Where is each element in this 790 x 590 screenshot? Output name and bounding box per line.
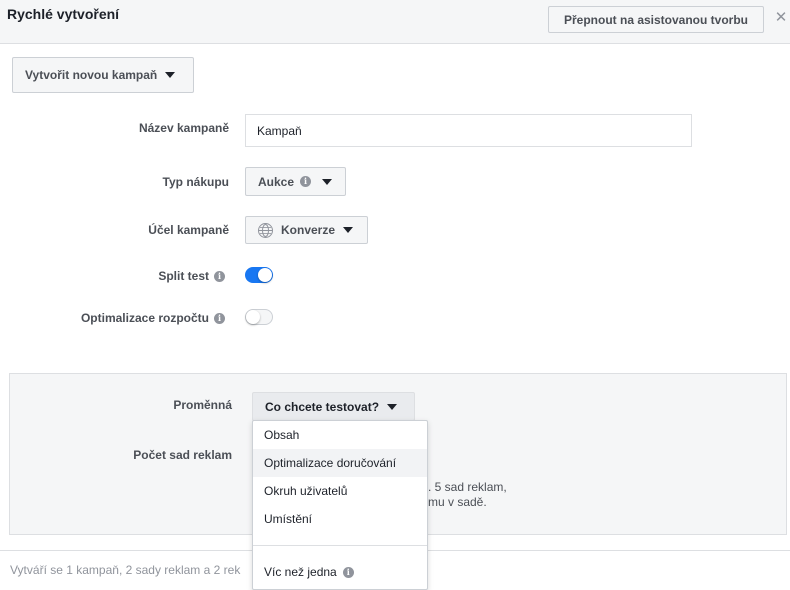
close-icon[interactable]: ✕	[774, 10, 788, 26]
globe-icon	[258, 222, 273, 238]
menu-item-audience[interactable]: Okruh uživatelů	[253, 477, 427, 505]
footer-summary: Vytváří se 1 kampaň, 2 sady reklam a 2 r…	[10, 563, 241, 577]
switch-to-guided-button[interactable]: Přepnout na asistovanou tvorbu	[548, 6, 764, 33]
campaign-objective-value: Konverze	[281, 223, 336, 237]
hint-text-line1: . 5 sad reklam,	[428, 480, 507, 494]
buying-type-dropdown[interactable]: Aukce i	[245, 167, 346, 196]
campaign-objective-dropdown[interactable]: Konverze	[245, 216, 368, 244]
menu-item-multiple-label: Víc než jedna	[264, 565, 337, 579]
chevron-down-icon	[387, 403, 398, 410]
chevron-down-icon	[322, 178, 333, 185]
info-icon[interactable]: i	[342, 566, 354, 578]
campaign-objective-label: Účel kampaně	[148, 223, 229, 237]
budget-optimization-toggle[interactable]	[245, 309, 273, 325]
chevron-down-icon	[165, 72, 176, 78]
buying-type-label: Typ nákupu	[162, 175, 229, 189]
menu-divider	[253, 545, 427, 546]
chevron-down-icon	[343, 227, 354, 233]
variable-dropdown-label: Co chcete testovat?	[265, 399, 380, 414]
variable-dropdown[interactable]: Co chcete testovat?	[252, 392, 415, 421]
ad-sets-count-label: Počet sad reklam	[133, 448, 232, 462]
info-icon[interactable]: i	[214, 270, 225, 282]
toggle-knob	[246, 310, 260, 324]
menu-item-delivery-optimization[interactable]: Optimalizace doručování	[253, 449, 427, 477]
page-title: Rychlé vytvoření	[7, 6, 120, 22]
menu-item-multiple[interactable]: Víc než jedna i	[253, 558, 427, 586]
buying-type-value: Aukce	[258, 174, 295, 189]
split-test-toggle[interactable]	[245, 267, 273, 283]
campaign-name-input[interactable]: Kampaň	[245, 114, 692, 147]
toggle-knob	[258, 268, 272, 282]
hint-text-line2: mu v sadě.	[428, 495, 487, 509]
create-campaign-label: Vytvořit novou kampaň	[25, 68, 158, 82]
variable-dropdown-menu: Obsah Optimalizace doručování Okruh uživ…	[252, 420, 428, 590]
create-campaign-dropdown[interactable]: Vytvořit novou kampaň	[12, 57, 194, 93]
menu-item-content[interactable]: Obsah	[253, 421, 427, 449]
split-test-label: Split test i	[90, 269, 225, 283]
budget-optimization-text: Optimalizace rozpočtu	[80, 311, 209, 325]
campaign-name-label: Název kampaně	[138, 121, 229, 135]
info-icon[interactable]: i	[214, 312, 225, 324]
variable-label: Proměnná	[173, 398, 232, 412]
menu-item-placement[interactable]: Umístění	[253, 505, 427, 533]
campaign-name-value: Kampaň	[257, 123, 302, 138]
switch-to-guided-label: Přepnout na asistovanou tvorbu	[563, 12, 749, 27]
budget-optimization-label: Optimalizace rozpočtu i	[40, 311, 225, 325]
info-icon[interactable]: i	[300, 176, 312, 187]
split-test-text: Split test	[158, 269, 209, 283]
